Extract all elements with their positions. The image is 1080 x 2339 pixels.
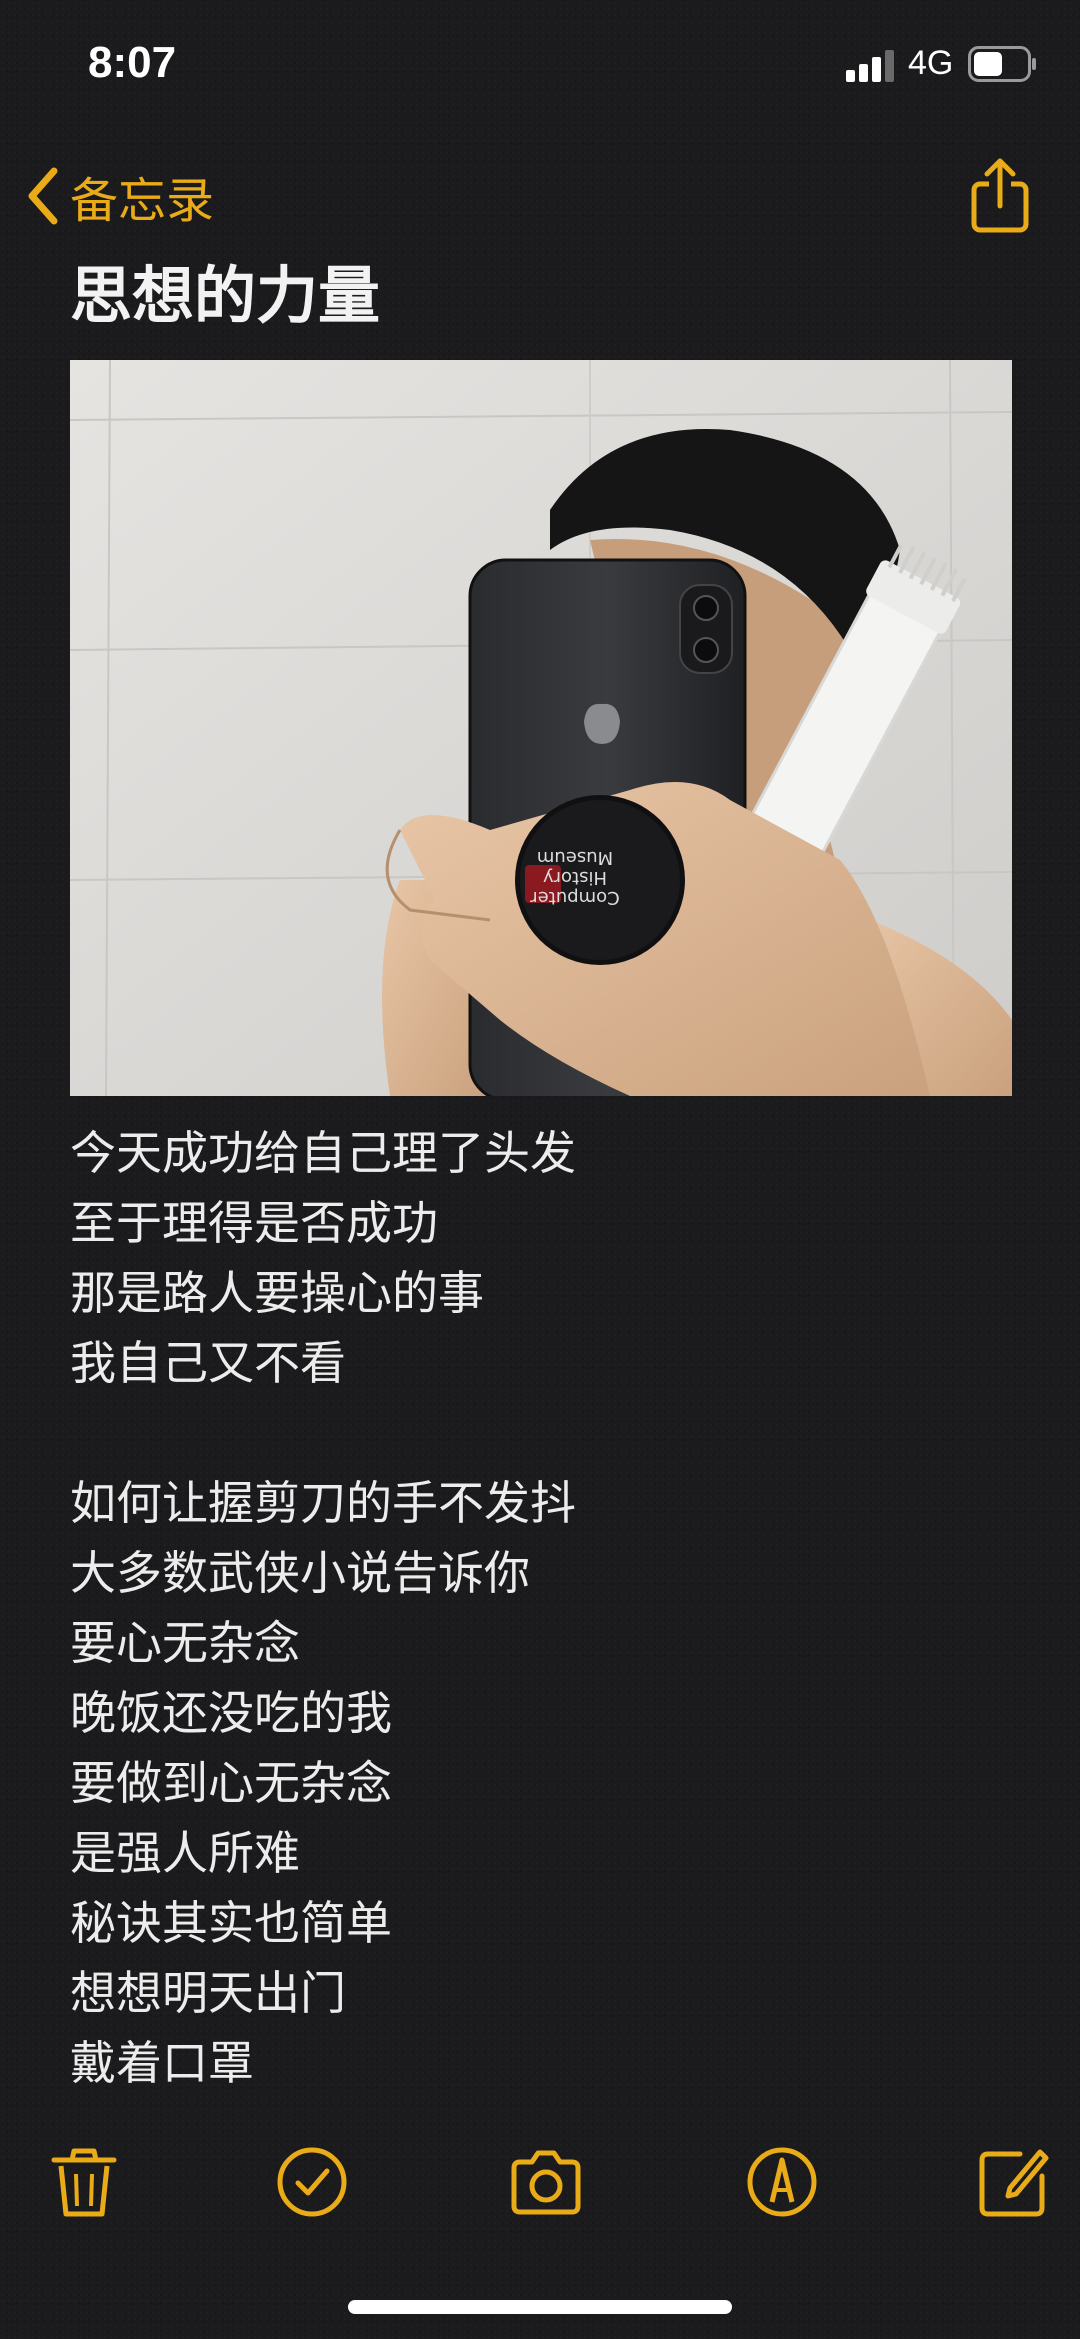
network-type: 4G (908, 44, 954, 82)
note-line: 是强人所难 (70, 1826, 300, 1880)
note-title: 思想的力量 (70, 259, 381, 332)
note-line: 戴着口罩 (70, 2036, 254, 2090)
note-line: 那是路人要操心的事 (70, 1266, 484, 1320)
photo-attachment[interactable]: Museum History Computer (70, 360, 1012, 1096)
note-line: 大多数武侠小说告诉你 (70, 1546, 530, 1600)
nav-bar: 备忘录 (0, 150, 1080, 240)
svg-text:Museum: Museum (537, 847, 613, 868)
home-indicator[interactable] (348, 2300, 732, 2314)
note-line: 要心无杂念 (70, 1616, 300, 1670)
note-line: 如何让握剪刀的手不发抖 (70, 1476, 576, 1530)
back-button[interactable]: 备忘录 (24, 160, 214, 232)
compose-icon[interactable] (976, 2144, 1052, 2220)
svg-text:Computer: Computer (530, 887, 620, 908)
camera-icon[interactable] (508, 2144, 584, 2220)
battery-icon (968, 46, 1036, 82)
note-line: 我自己又不看 (70, 1336, 346, 1390)
note-line: 要做到心无杂念 (70, 1756, 392, 1810)
note-line: 今天成功给自己理了头发 (70, 1126, 576, 1180)
note-body[interactable]: 今天成功给自己理了头发 至于理得是否成功 那是路人要操心的事 我自己又不看 如何… (70, 1118, 1030, 2098)
signal-bars-icon (846, 50, 894, 82)
note-line: 晚饭还没吃的我 (70, 1686, 392, 1740)
markup-icon[interactable] (744, 2144, 820, 2220)
checklist-icon[interactable] (274, 2144, 350, 2220)
status-time: 8:07 (88, 38, 177, 87)
note-line: 至于理得是否成功 (70, 1196, 438, 1250)
note-line: 想想明天出门 (70, 1966, 346, 2020)
svg-text:History: History (543, 867, 607, 888)
mirror-selfie-image: Museum History Computer (70, 360, 1012, 1096)
share-icon[interactable] (965, 156, 1035, 236)
chevron-left-icon (28, 167, 58, 225)
bottom-toolbar (0, 2130, 1080, 2230)
trash-icon[interactable] (46, 2144, 122, 2220)
note-line: 秘诀其实也简单 (70, 1896, 392, 1950)
status-bar: 8:07 4G (0, 0, 1080, 130)
back-label: 备忘录 (70, 173, 215, 229)
note-blank-line (70, 1398, 1030, 1468)
